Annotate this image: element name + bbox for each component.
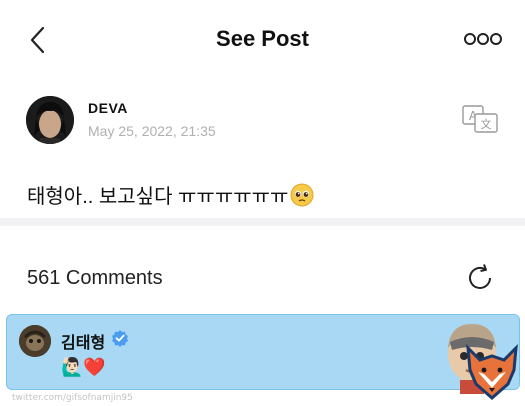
fox-logo-icon (466, 344, 518, 400)
comment-author[interactable]: 김태형 (61, 329, 105, 353)
author-avatar[interactable] (26, 96, 74, 144)
comment-text: 🙋🏻‍♂️❤️ (61, 357, 106, 377)
back-arrow-icon (30, 26, 45, 54)
comment-avatar[interactable] (19, 325, 51, 357)
refresh-button[interactable] (464, 262, 496, 294)
post-date: May 25, 2022, 21:35 (88, 123, 216, 139)
avatar-image (26, 96, 74, 144)
watermark: twitter.com/gifsofnamjin95 (12, 393, 133, 403)
post-text: 태형아.. 보고싶다 ㅠㅠㅠㅠㅠㅠ (27, 180, 314, 213)
comment-avatar-image (19, 325, 51, 357)
author-name[interactable]: DEVA (88, 100, 128, 116)
back-button[interactable] (22, 22, 56, 58)
post-screen: See Post DEVA May 25, 2022, 21:35 A 文 태형… (0, 0, 525, 406)
translate-button[interactable]: A 文 (460, 104, 500, 134)
translate-icon: A 文 (462, 105, 498, 133)
comments-count: 561 Comments (27, 267, 163, 289)
post-text-content: 태형아.. 보고싶다 ㅠㅠㅠㅠㅠㅠ (27, 186, 289, 208)
svg-text:文: 文 (481, 117, 492, 131)
section-divider (0, 218, 525, 226)
verified-badge-icon (112, 330, 128, 347)
pleading-face-emoji (290, 183, 314, 213)
more-dots-icon (464, 33, 502, 45)
refresh-icon (469, 264, 491, 289)
page-title: See Post (216, 26, 309, 51)
more-options-button[interactable] (462, 28, 504, 50)
top-bar: See Post (0, 0, 525, 80)
